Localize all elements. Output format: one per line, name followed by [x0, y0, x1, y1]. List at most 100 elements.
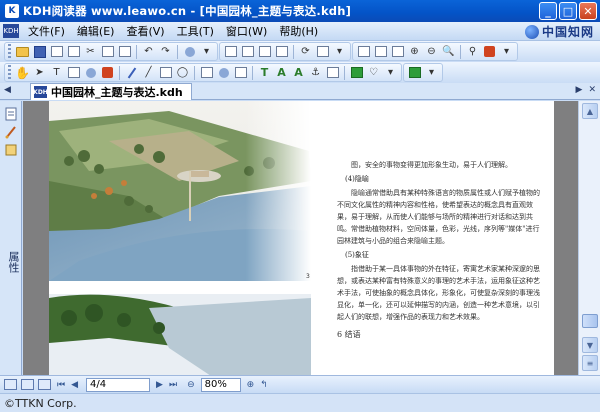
kdh-logo-icon[interactable]: KDH: [3, 24, 19, 38]
ellipse-icon[interactable]: ◯: [175, 65, 190, 80]
attachment-icon[interactable]: [216, 65, 231, 80]
menu-tools[interactable]: 工具(T): [171, 23, 220, 39]
redo-icon[interactable]: ↷: [158, 44, 173, 59]
highlight-icon[interactable]: [100, 65, 115, 80]
line-icon[interactable]: ╱: [141, 65, 156, 80]
maximize-button[interactable]: □: [559, 2, 577, 20]
scroll-thumb[interactable]: [582, 314, 598, 328]
dropdown-arrow-icon[interactable]: ▾: [332, 44, 347, 59]
format-icon[interactable]: [325, 65, 340, 80]
scroll-down-icon[interactable]: ▼: [582, 337, 598, 353]
anchor-icon[interactable]: ⚓: [308, 65, 323, 80]
menu-edit[interactable]: 编辑(E): [71, 23, 121, 39]
dropdown-arrow-icon[interactable]: ▾: [383, 65, 398, 80]
dropdown-arrow-icon[interactable]: ▾: [199, 44, 214, 59]
toolbar-grip-icon[interactable]: [8, 65, 11, 80]
tab-document[interactable]: KDH 中国园林_主题与表达.kdh: [30, 83, 192, 100]
dropdown-arrow-icon[interactable]: ▾: [499, 44, 514, 59]
snapshot-icon[interactable]: [66, 65, 81, 80]
menu-file[interactable]: 文件(F): [22, 23, 71, 39]
find-icon[interactable]: [182, 44, 197, 59]
tab-scroll-left-icon[interactable]: ◀: [4, 85, 11, 95]
next-page-icon[interactable]: ▶: [156, 380, 163, 390]
note-icon[interactable]: [233, 65, 248, 80]
navigation-bar: ⏮ ◀ 4/4 ▶ ⏭ ⊖ 80% ⊕ ↰: [0, 375, 600, 393]
bookmark-icon[interactable]: [482, 44, 497, 59]
attachments-panel-icon[interactable]: [4, 143, 18, 157]
properties-tab[interactable]: 属性: [5, 251, 21, 273]
menu-help[interactable]: 帮助(H): [273, 23, 324, 39]
shapes-icon[interactable]: ♡: [366, 65, 381, 80]
page-layout-icon[interactable]: [4, 379, 17, 390]
subheading-metaphor: (4)隐喻: [345, 175, 369, 183]
zoom-out-icon[interactable]: ⊖: [187, 380, 195, 390]
strikeout-icon[interactable]: A: [291, 65, 306, 80]
paste-icon[interactable]: [117, 44, 132, 59]
scroll-up-icon[interactable]: ▲: [582, 103, 598, 119]
search-icon[interactable]: ⚲: [465, 44, 480, 59]
email-icon[interactable]: [66, 44, 81, 59]
rectangle-icon[interactable]: [158, 65, 173, 80]
document-page: 3 图，安全的事物变得更加形象生动，易于人们理解。 (4)隐喻 隐喻通常借助具有…: [49, 101, 554, 375]
bookmarks-panel-icon[interactable]: [4, 107, 18, 121]
minimize-button[interactable]: _: [539, 2, 557, 20]
image-icon[interactable]: [199, 65, 214, 80]
two-page-icon[interactable]: [257, 44, 272, 59]
annotations-panel-icon[interactable]: [4, 125, 18, 139]
export-icon[interactable]: [407, 65, 422, 80]
app-icon[interactable]: K: [5, 4, 19, 18]
single-page-icon[interactable]: [223, 44, 238, 59]
copy-icon[interactable]: [100, 44, 115, 59]
select-arrow-icon[interactable]: ➤: [32, 65, 47, 80]
main-toolbar: ✂ ↶ ↷ ▾ ⟳ ▾ ⊕ ⊖ 🔍 ⚲ ▾: [0, 41, 600, 62]
cnki-brand[interactable]: 中国知网: [524, 23, 594, 40]
thumbnail-icon[interactable]: [38, 379, 51, 390]
check-annotation-icon[interactable]: [349, 65, 364, 80]
paragraph: 图，安全的事物变得更加形象生动，易于人们理解。: [351, 161, 512, 169]
pen-icon[interactable]: [124, 65, 139, 80]
tab-close-icon[interactable]: ✕: [588, 85, 596, 95]
zoom-in-icon[interactable]: ⊕: [247, 380, 255, 390]
page-number-input[interactable]: 4/4: [86, 377, 151, 392]
zoom-out-icon[interactable]: ⊖: [424, 44, 439, 59]
zoom-tool-icon[interactable]: 🔍: [441, 44, 456, 59]
continuous-icon[interactable]: [274, 44, 289, 59]
close-button[interactable]: ✕: [579, 2, 597, 20]
fullscreen-icon[interactable]: [356, 44, 371, 59]
scroll-split-icon[interactable]: ≡: [582, 355, 598, 371]
menu-view[interactable]: 查看(V): [120, 23, 170, 39]
back-icon[interactable]: ↰: [260, 380, 268, 390]
vertical-scrollbar[interactable]: ▲ ▼ ≡: [578, 101, 600, 375]
window-controls: _ □ ✕: [539, 2, 597, 20]
facing-pages-icon[interactable]: [21, 379, 34, 390]
menu-window[interactable]: 窗口(W): [220, 23, 273, 39]
undo-icon[interactable]: ↶: [141, 44, 156, 59]
cut-icon[interactable]: ✂: [83, 44, 98, 59]
text-highlight-icon[interactable]: T: [257, 65, 272, 80]
stamp-icon[interactable]: [83, 65, 98, 80]
zoom-in-icon[interactable]: ⊕: [407, 44, 422, 59]
rotate-icon[interactable]: ⟳: [298, 44, 313, 59]
open-folder-icon[interactable]: [15, 44, 30, 59]
window-title: KDH阅读器 www.leawo.cn - [中国园林_主题与表达.kdh]: [23, 4, 352, 18]
fit-page-icon[interactable]: [240, 44, 255, 59]
actual-size-icon[interactable]: [390, 44, 405, 59]
title-bar: K KDH阅读器 www.leawo.cn - [中国园林_主题与表达.kdh]…: [0, 0, 600, 22]
dropdown-arrow-icon[interactable]: ▾: [424, 65, 439, 80]
print-icon[interactable]: [49, 44, 64, 59]
tab-scroll-right-icon[interactable]: ▶: [576, 85, 583, 95]
fit-width-icon[interactable]: [373, 44, 388, 59]
document-viewport[interactable]: 3 图，安全的事物变得更加形象生动，易于人们理解。 (4)隐喻 隐喻通常借助具有…: [23, 101, 578, 375]
toolbar-grip-icon[interactable]: [8, 44, 11, 59]
view-mode-icon[interactable]: [315, 44, 330, 59]
first-page-icon[interactable]: ⏮: [57, 380, 65, 390]
save-icon[interactable]: [32, 44, 47, 59]
hand-tool-icon[interactable]: ✋: [15, 65, 30, 80]
zoom-level-input[interactable]: 80%: [200, 377, 241, 392]
canal-rendering-image: [49, 288, 311, 375]
previous-page-icon[interactable]: ◀: [71, 380, 78, 390]
last-page-icon[interactable]: ⏭: [169, 380, 177, 390]
paragraph: 指借助于某一具体事物的外在特征，寄寓艺术家某种深邃的思想，或表达某种富有特殊意义…: [337, 265, 540, 321]
text-select-icon[interactable]: T: [49, 65, 64, 80]
text-color-icon[interactable]: A: [274, 65, 289, 80]
